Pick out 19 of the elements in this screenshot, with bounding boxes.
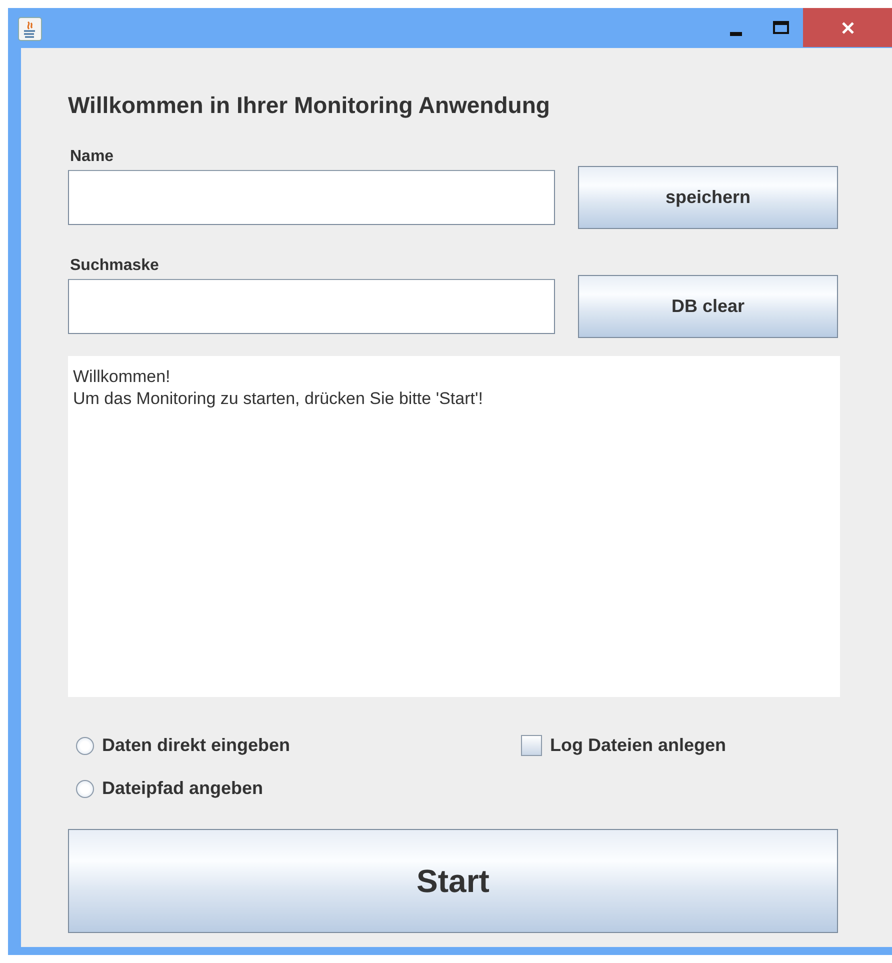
close-icon[interactable]	[840, 20, 854, 34]
text-field[interactable]	[68, 279, 555, 334]
maximize-icon[interactable]	[772, 21, 788, 34]
option-label: Dateipfad angeben	[102, 778, 264, 799]
option-label: Log Dateien anlegen	[550, 735, 726, 756]
app-icon	[18, 17, 42, 41]
radio-button[interactable]	[76, 736, 94, 754]
start-button[interactable]: Start	[68, 829, 838, 933]
text-field[interactable]	[68, 170, 555, 225]
radio-button[interactable]	[76, 780, 94, 798]
checkbox[interactable]	[521, 735, 542, 756]
minimize-icon[interactable]	[730, 32, 742, 36]
option-label: Daten direkt eingeben	[102, 735, 290, 756]
log-text-area: Willkommen! Um das Monitoring zu starten, drücken Sie bitte 'Start'!	[68, 356, 840, 697]
action-button[interactable]: speichern	[578, 166, 838, 229]
field-label: Name	[70, 148, 115, 166]
action-button[interactable]: DB clear	[578, 275, 838, 338]
field-label: Suchmaske	[70, 257, 160, 275]
heading: Willkommen in Ihrer Monitoring Anwendung	[68, 91, 551, 120]
